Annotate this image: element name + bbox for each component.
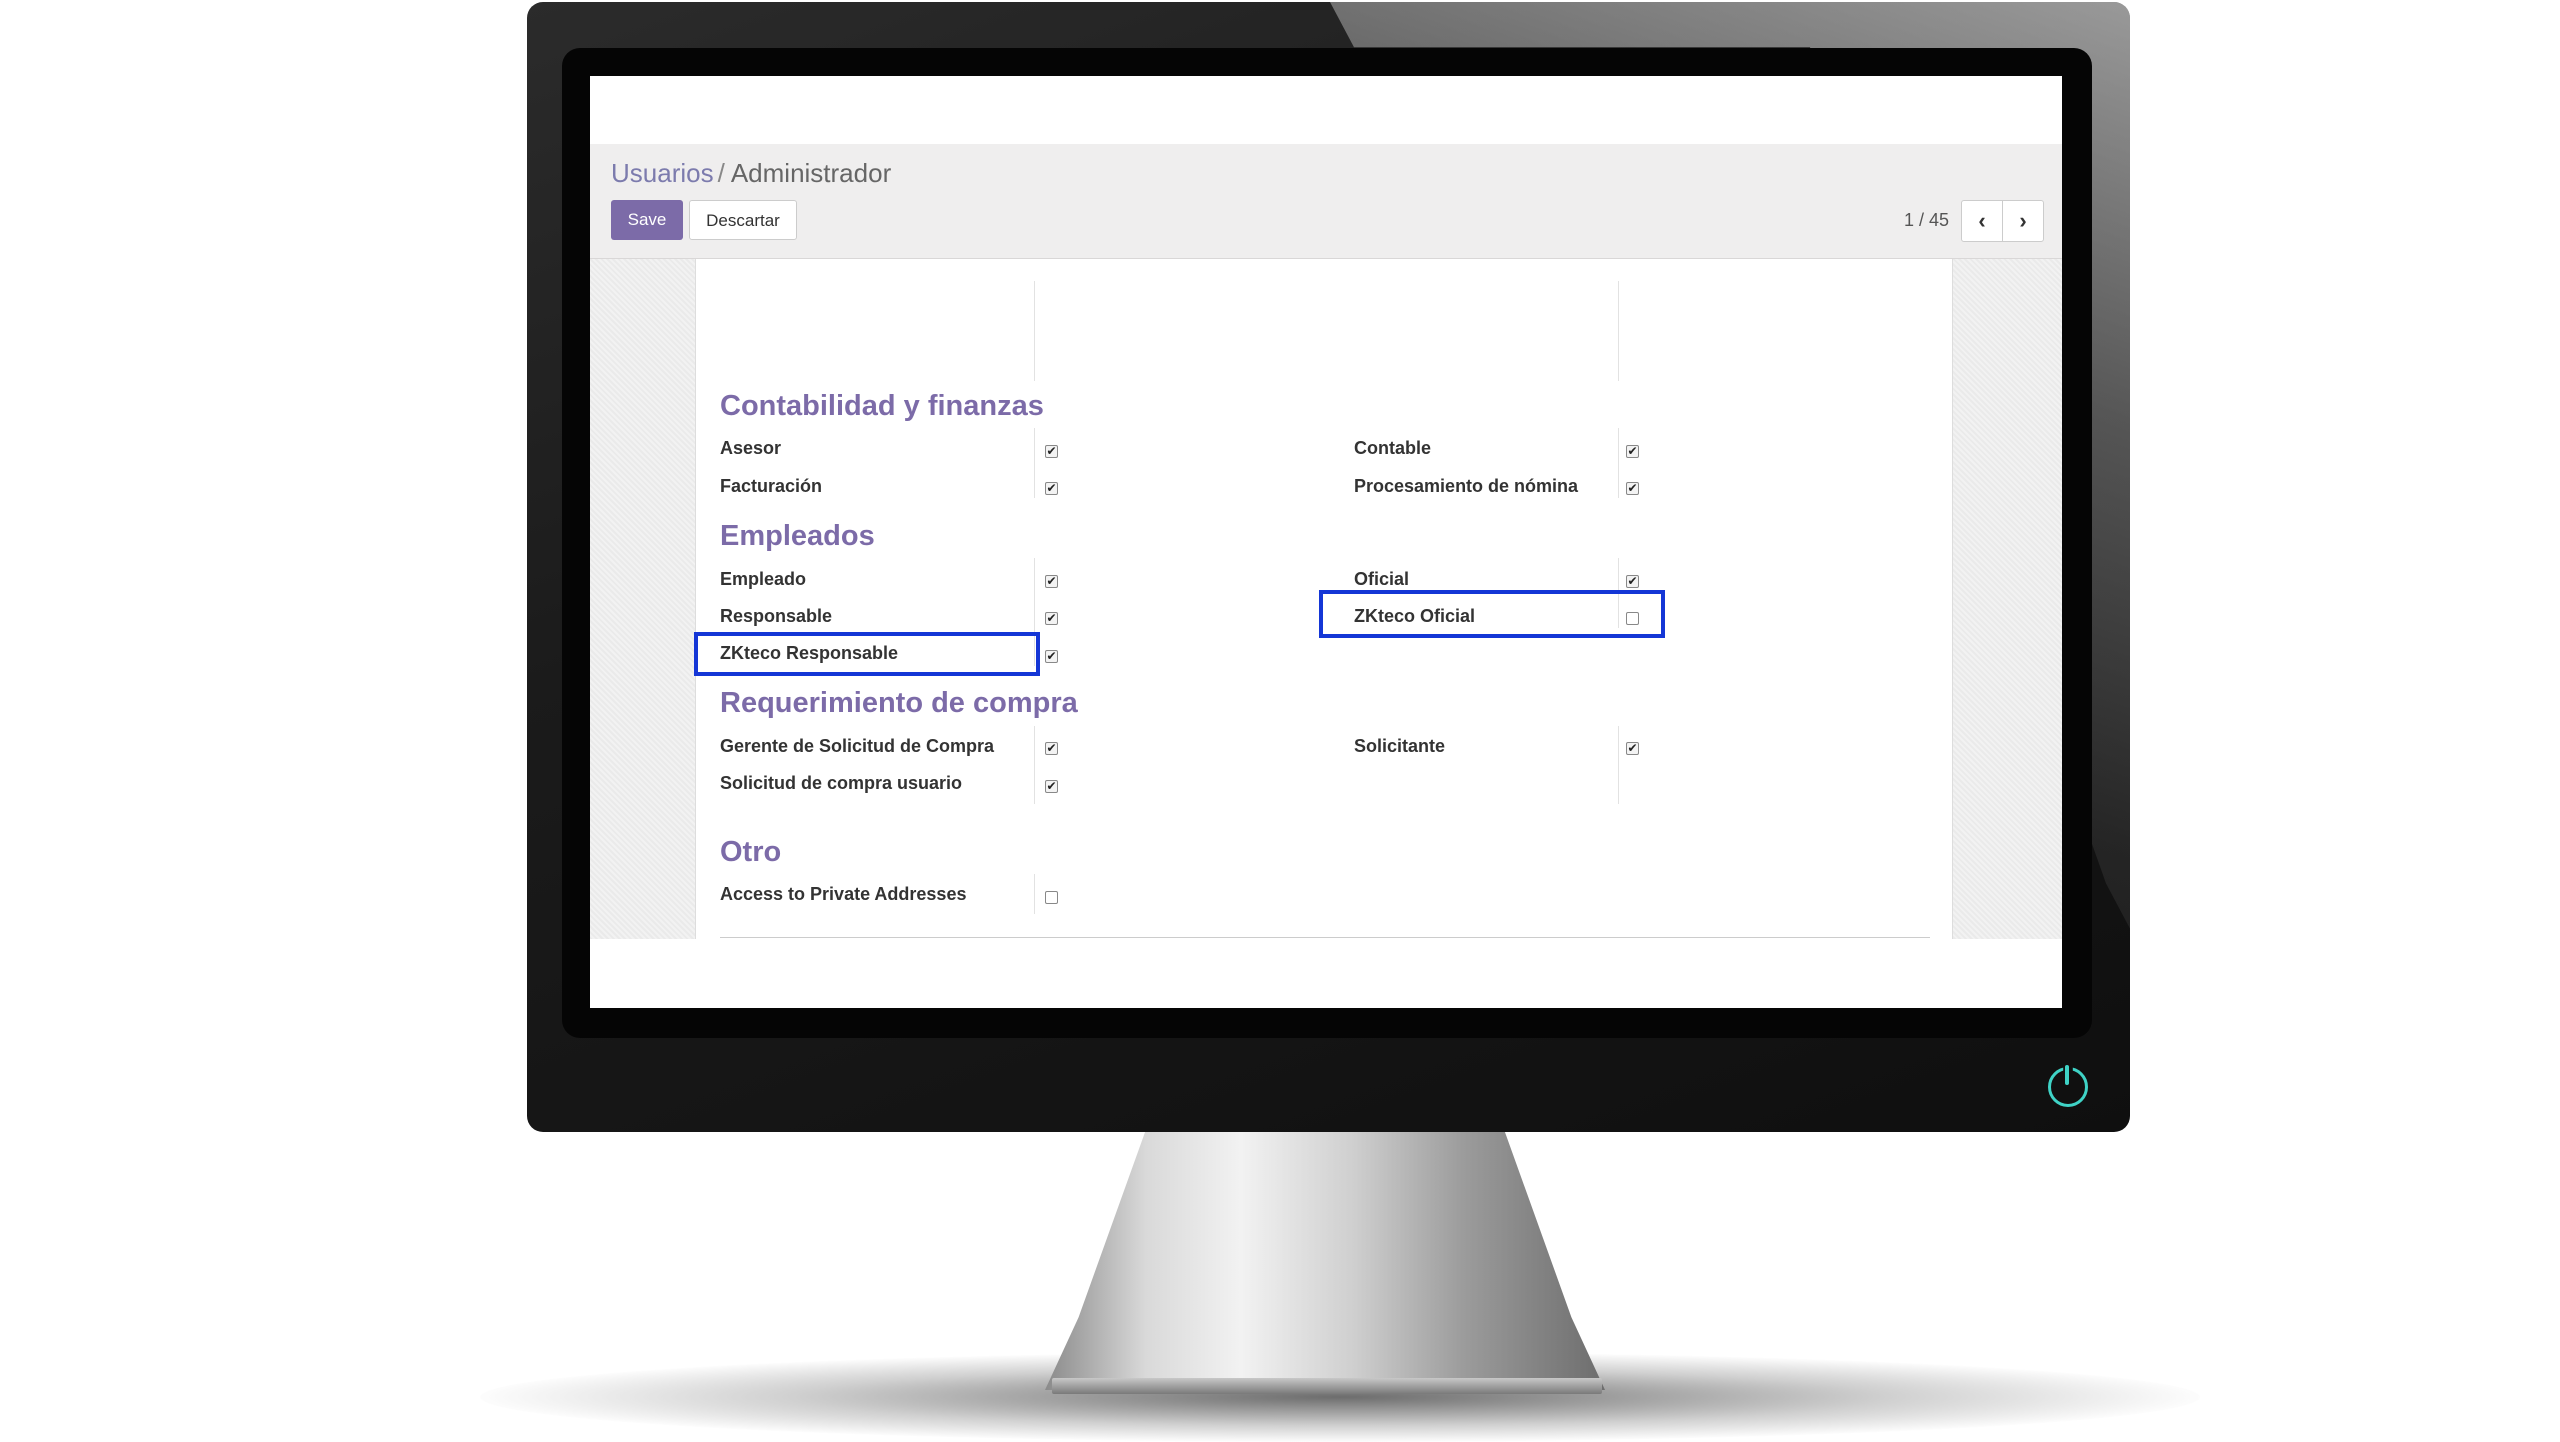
pager-next-button[interactable]: › [2002, 200, 2044, 242]
column-divider [1618, 726, 1619, 804]
column-divider [1034, 428, 1035, 498]
checkbox-zkteco-responsable[interactable]: ✔ [1045, 650, 1058, 663]
section-title-otro: Otro [720, 836, 782, 868]
checkmark-icon: ✔ [1046, 444, 1057, 458]
checkmark-icon: ✔ [1627, 741, 1638, 755]
checkbox-private-addresses[interactable] [1045, 891, 1058, 904]
checkbox-asesor[interactable]: ✔ [1045, 445, 1058, 458]
field-label-private-addresses: Access to Private Addresses [720, 884, 967, 904]
field-label-solicitante: Solicitante [1354, 736, 1446, 756]
checkmark-icon: ✔ [1627, 574, 1638, 588]
pager-previous-button[interactable]: ‹ [1961, 200, 2003, 242]
chevron-right-icon: › [2019, 208, 2027, 233]
field-label-contable: Contable [1354, 438, 1432, 458]
column-divider [1618, 281, 1619, 381]
checkmark-icon: ✔ [1627, 444, 1638, 458]
breadcrumb-parent-link[interactable]: Usuarios [611, 158, 714, 188]
section-title-empleados: Empleados [720, 520, 875, 552]
breadcrumb-separator: / [717, 158, 725, 188]
checkbox-empleado[interactable]: ✔ [1045, 575, 1058, 588]
checkmark-icon: ✔ [1046, 574, 1057, 588]
breadcrumb-current: Administrador [730, 158, 892, 188]
power-icon[interactable] [2048, 1065, 2088, 1107]
screen: Usuarios / Administrador Save Descartar 1 … [590, 76, 2062, 1008]
checkbox-procesamiento-nomina[interactable]: ✔ [1626, 482, 1639, 495]
checkmark-icon: ✔ [1627, 481, 1638, 495]
field-label-facturacion: Facturación [720, 476, 823, 496]
chevron-left-icon: ‹ [1978, 208, 1986, 233]
column-divider [1034, 281, 1035, 381]
checkbox-facturacion[interactable]: ✔ [1045, 482, 1058, 495]
checkbox-solicitante[interactable]: ✔ [1626, 742, 1639, 755]
pager-value[interactable]: 1 / 45 [1904, 210, 1949, 231]
checkmark-icon: ✔ [1046, 741, 1057, 755]
field-label-gerente-solicitud: Gerente de Solicitud de Compra [720, 736, 995, 756]
column-divider [1618, 428, 1619, 498]
field-label-responsable: Responsable [720, 606, 833, 626]
checkbox-solicitud-usuario[interactable]: ✔ [1045, 780, 1058, 793]
breadcrumb: Usuarios / Administrador [611, 158, 891, 189]
field-label-asesor: Asesor [720, 438, 782, 458]
checkmark-icon: ✔ [1046, 481, 1057, 495]
checkmark-icon: ✔ [1046, 611, 1057, 625]
discard-button[interactable]: Descartar [689, 200, 797, 240]
save-button[interactable]: Save [611, 200, 683, 240]
field-label-solicitud-usuario: Solicitud de compra usuario [720, 773, 963, 793]
checkbox-oficial[interactable]: ✔ [1626, 575, 1639, 588]
section-title-contabilidad: Contabilidad y finanzas [720, 390, 1044, 422]
checkbox-responsable[interactable]: ✔ [1045, 612, 1058, 625]
monitor-stand-base [1052, 1378, 1602, 1394]
monitor-stand [1045, 1130, 1605, 1390]
highlight-box-zkteco-responsable [694, 632, 1040, 676]
field-label-procesamiento-nomina: Procesamiento de nómina [1354, 476, 1579, 496]
checkmark-icon: ✔ [1046, 779, 1057, 793]
checkbox-contable[interactable]: ✔ [1626, 445, 1639, 458]
section-title-requerimiento: Requerimiento de compra [720, 687, 1078, 719]
checkmark-icon: ✔ [1046, 649, 1057, 663]
highlight-box-zkteco-oficial [1319, 590, 1665, 638]
field-label-oficial: Oficial [1354, 569, 1410, 589]
checkbox-gerente-solicitud[interactable]: ✔ [1045, 742, 1058, 755]
column-divider [1034, 874, 1035, 914]
sheet-divider [720, 937, 1930, 938]
column-divider [1034, 726, 1035, 804]
control-panel: Usuarios / Administrador Save Descartar 1 … [590, 144, 2062, 259]
field-label-empleado: Empleado [720, 569, 807, 589]
